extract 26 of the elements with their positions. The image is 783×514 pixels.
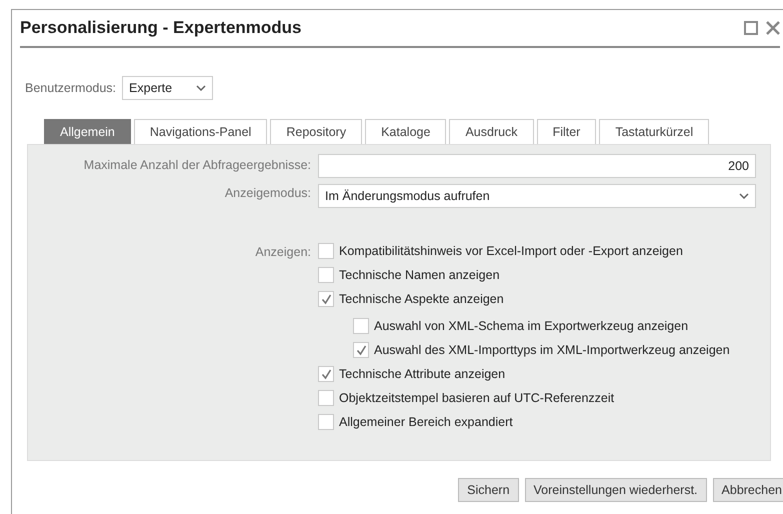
tab[interactable]: Ausdruck — [449, 119, 534, 144]
user-mode-dropdown[interactable]: Experte — [122, 76, 214, 100]
tab[interactable]: Tastaturkürzel — [599, 119, 710, 144]
checkbox-label: Technische Namen anzeigen — [339, 266, 500, 284]
checkbox-label: Technische Attribute anzeigen — [339, 366, 506, 383]
tab[interactable]: Allgemein — [44, 119, 131, 144]
dialog-button[interactable]: Sichern — [458, 478, 519, 502]
checkbox-label: Objektzeitstempel basieren auf UTC-Referenzzeit — [339, 390, 614, 407]
checkbox-label: Technische Aspekte anzeigen — [339, 290, 504, 308]
window-title: Personalisierung - Expertenmodus — [20, 17, 302, 40]
checkbox-label: Auswahl des XML-Importtyps im XML-Importwerkzeug anzeigen — [374, 342, 730, 359]
dialog-button[interactable]: Voreinstellungen wiederherst. — [524, 478, 707, 502]
tab[interactable]: Filter — [536, 119, 596, 144]
field-label: Anzeigemodus: — [224, 185, 311, 202]
field-label: Anzeigen: — [254, 244, 311, 261]
tab[interactable]: Repository — [270, 119, 362, 144]
dialog-button[interactable]: Abbrechen — [712, 478, 783, 502]
checkbox-label: Auswahl von XML-Schema im Exportwerkzeug anzeigen — [374, 318, 688, 335]
field-label: Maximale Anzahl der Abfrageergebnisse: — [82, 157, 311, 174]
tab[interactable]: Navigations-Panel — [134, 119, 268, 144]
checkbox-label: Allgemeiner Bereich expandiert — [339, 414, 513, 431]
display-mode-dropdown[interactable]: Im Änderungsmodus aufrufen — [318, 184, 756, 208]
user-mode-label: Benutzermodus: — [25, 80, 116, 97]
tab[interactable]: Kataloge — [365, 119, 446, 144]
max-results-field[interactable]: 200 — [318, 154, 756, 178]
checkbox-label: Kompatibilitätshinweis vor Excel-Import oder -Export anzeigen — [339, 242, 683, 260]
